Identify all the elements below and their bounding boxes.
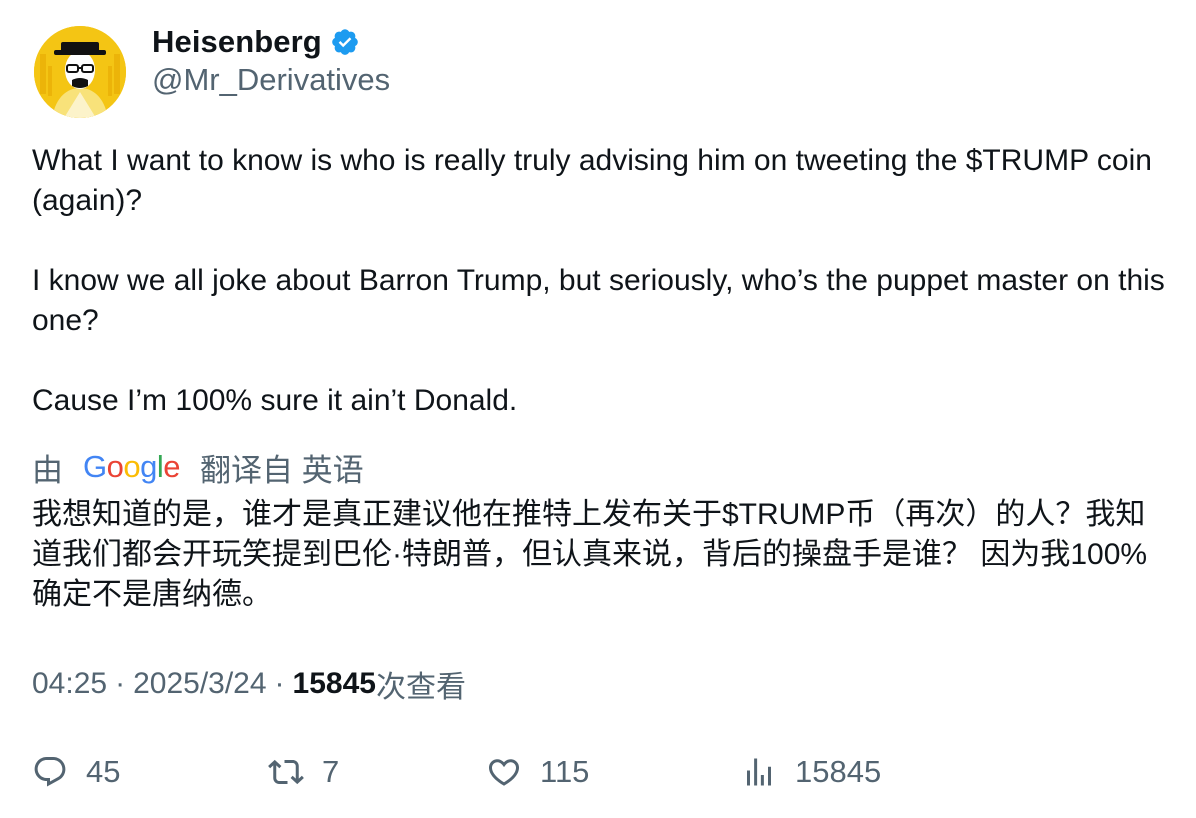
action-bar: 45 7 115 15845 <box>0 748 1196 796</box>
translation-prefix: 由 <box>32 452 63 488</box>
views-label: 次查看 <box>375 671 466 704</box>
retweet-button[interactable]: 7 <box>268 748 339 796</box>
google-logo: G o o g l e <box>83 449 181 484</box>
heisenberg-avatar-icon <box>34 26 126 118</box>
meta-separator: · <box>274 667 285 700</box>
author-name-row: Heisenberg <box>152 22 360 62</box>
like-count: 115 <box>540 754 590 789</box>
translated-text: 我想知道的是，谁才是真正建议他在推特上发布关于$TRUMP币（再次）的人？我知道… <box>32 498 1148 611</box>
retweet-icon <box>268 759 304 785</box>
tweet-text: What I want to know is who is really tru… <box>32 141 1172 421</box>
translation-attribution: 由 G o o g l e 翻译自 英语 <box>32 446 364 488</box>
retweet-count: 7 <box>322 754 340 789</box>
tweet-paragraph: Cause I’m 100% sure it ain’t Donald. <box>32 384 518 417</box>
translation-suffix[interactable]: 翻译自 英语 <box>200 445 364 490</box>
author-handle[interactable]: @Mr_Derivatives <box>152 62 390 98</box>
tweet-card: Heisenberg @Mr_Derivatives What I want t… <box>0 0 1196 818</box>
tweet-date[interactable]: 2025/3/24 <box>133 667 266 701</box>
reply-count: 45 <box>86 754 121 789</box>
views-count: 15845 <box>292 667 376 700</box>
analytics-icon <box>747 758 771 786</box>
tweet-paragraph: I know we all joke about Barron Trump, b… <box>32 264 1165 337</box>
tweet-time[interactable]: 04:25 <box>32 667 107 701</box>
views-button[interactable]: 15845 <box>741 748 881 796</box>
reply-button[interactable]: 45 <box>32 748 120 796</box>
tweet-meta: 04:25 · 2025/3/24 · 15845 次查看 <box>32 662 466 706</box>
views-action-count: 15845 <box>795 754 882 789</box>
verified-badge-icon <box>332 29 358 55</box>
heart-icon <box>488 759 520 786</box>
meta-separator: · <box>115 667 126 700</box>
avatar[interactable] <box>34 26 126 118</box>
tweet-paragraph: What I want to know is who is really tru… <box>32 144 1152 217</box>
reply-icon <box>34 757 66 787</box>
like-button[interactable]: 115 <box>486 748 589 796</box>
author-display-name[interactable]: Heisenberg <box>152 24 322 60</box>
